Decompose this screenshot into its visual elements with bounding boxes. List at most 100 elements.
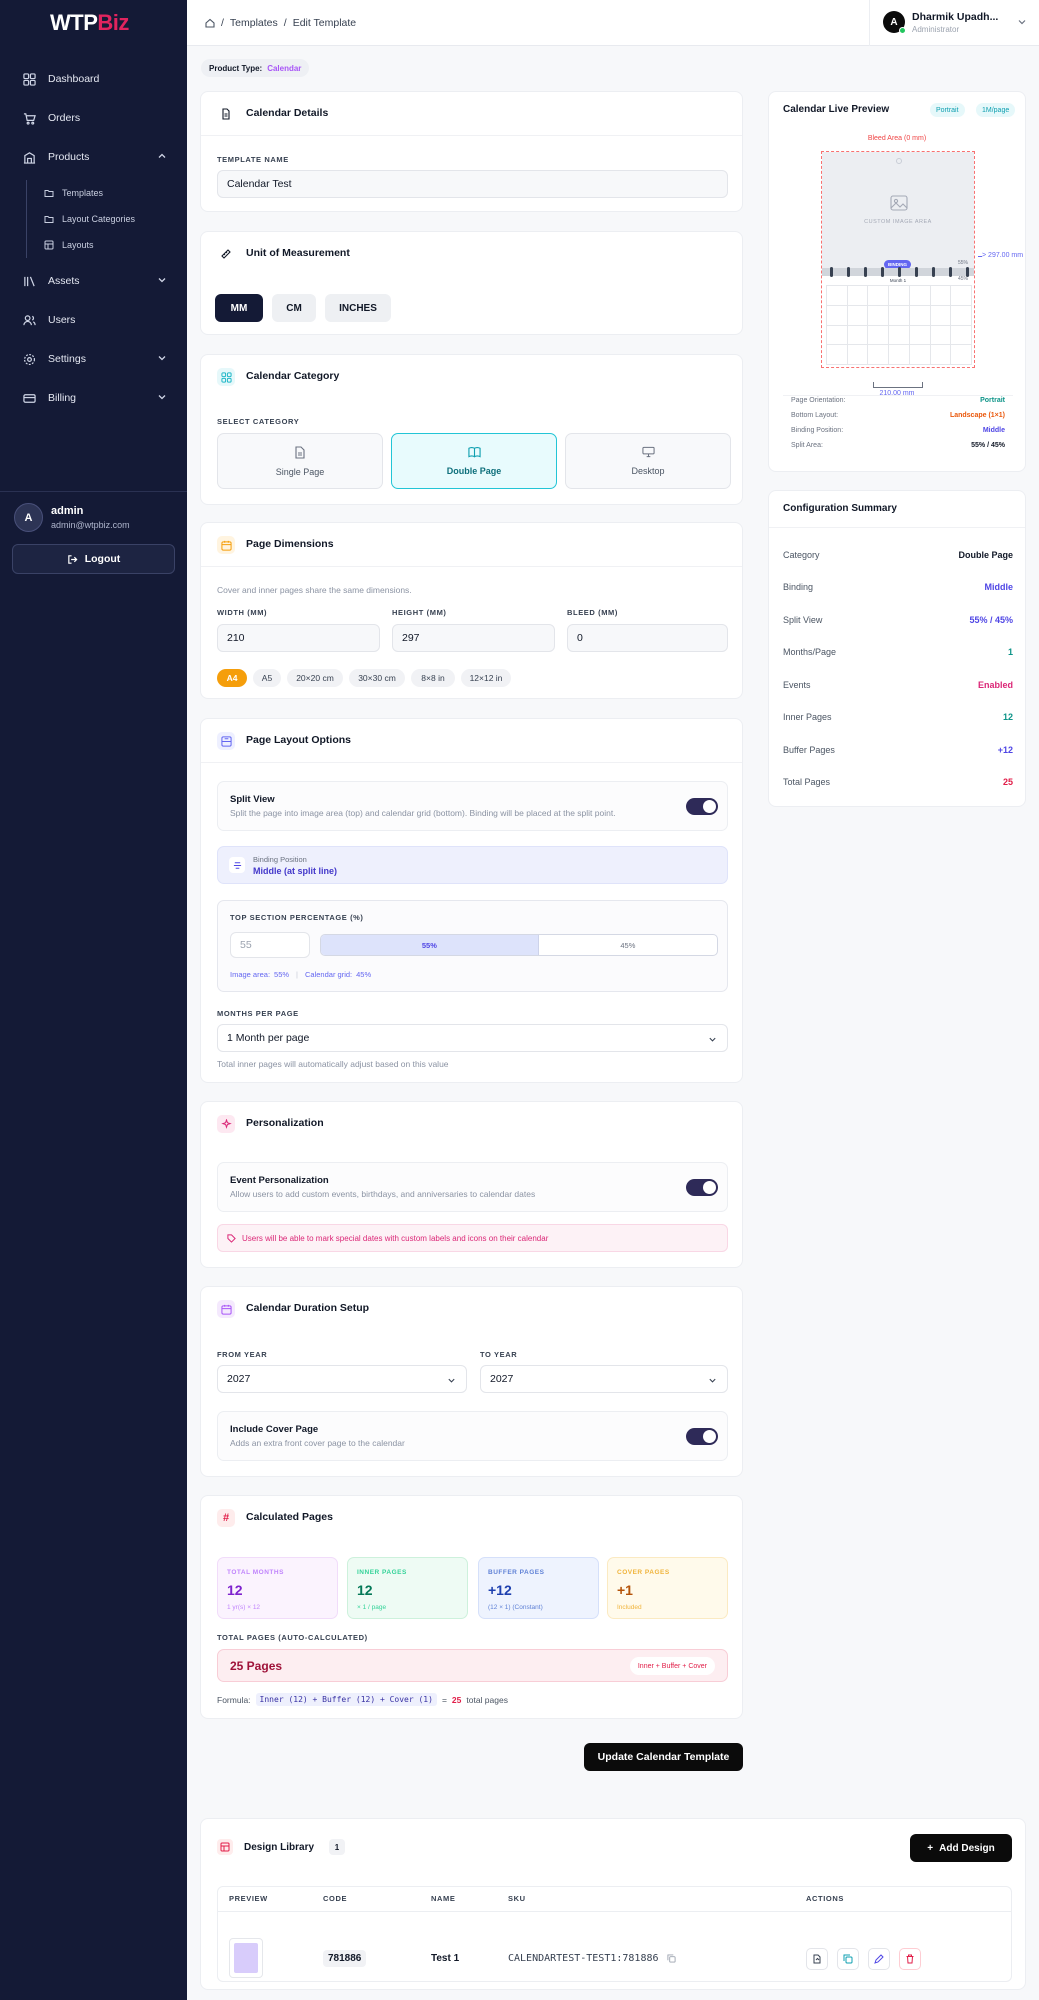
split-summary: Image area: 55% | Calendar grid: 45% (230, 970, 372, 979)
col-name: NAME (431, 1894, 456, 1903)
sidebar-subitem-layouts[interactable]: Layouts (44, 233, 94, 257)
category-single-page[interactable]: Single Page (217, 433, 383, 489)
home-icon[interactable] (205, 18, 215, 28)
live-preview-card: Calendar Live Preview Portrait 1M/page B… (768, 91, 1026, 472)
preview-title: Calendar Live Preview (783, 104, 890, 115)
preset-a4[interactable]: A4 (217, 669, 247, 687)
card-title: Personalization (246, 1117, 324, 1129)
image-area-label: CUSTOM IMAGE AREA (864, 219, 932, 225)
pct-top-label: 55% (958, 260, 969, 266)
category-desktop[interactable]: Desktop (565, 433, 731, 489)
grid-cell (889, 345, 910, 365)
from-year-select[interactable]: 2027 (217, 1365, 467, 1393)
export-icon[interactable] (806, 1948, 828, 1970)
to-year-select[interactable]: 2027 (480, 1365, 728, 1393)
card-header: Page Dimensions (201, 523, 742, 567)
grid-cell (847, 325, 869, 346)
total-pages-badge: Inner + Buffer + Cover (629, 1657, 715, 1675)
months-note: Total inner pages will automatically adj… (217, 1059, 449, 1069)
building-icon (22, 150, 36, 164)
design-preview-thumb[interactable] (229, 1938, 263, 1978)
sidebar-item-label: Assets (48, 275, 80, 287)
preset-8x8[interactable]: 8×8 in (411, 669, 455, 687)
image-area: CUSTOM IMAGE AREA (822, 152, 974, 268)
preset-12x12[interactable]: 12×12 in (461, 669, 511, 687)
include-cover-toggle[interactable] (686, 1428, 718, 1445)
unit-mm-button[interactable]: MM (215, 294, 263, 322)
library-icon (22, 274, 36, 288)
breadcrumb-templates[interactable]: Templates (230, 17, 278, 29)
thumb-image (234, 1943, 258, 1973)
total-pages-value: 25 Pages (230, 1659, 283, 1673)
top-section-label: TOP SECTION PERCENTAGE (%) (230, 913, 364, 922)
duplicate-icon[interactable] (837, 1948, 859, 1970)
grid-cell (930, 286, 952, 306)
sidebar-user-name: admin (51, 505, 84, 517)
add-design-button[interactable]: + Add Design (910, 1834, 1012, 1862)
book-open-icon (467, 446, 481, 460)
divider (769, 527, 1025, 528)
top-section-input[interactable]: 55 (230, 932, 310, 958)
category-double-page[interactable]: Double Page (391, 433, 557, 489)
unit-inches-button[interactable]: INCHES (325, 294, 391, 322)
update-template-button[interactable]: Update Calendar Template (584, 1743, 743, 1771)
chevron-down-icon (708, 1035, 717, 1047)
event-desc: Allow users to add custom events, birthd… (230, 1189, 536, 1199)
card-header: Page Layout Options (201, 719, 742, 763)
grid-cell (868, 325, 890, 346)
split-view-toggle[interactable] (686, 798, 718, 815)
bleed-input[interactable]: 0 (567, 624, 728, 652)
calendar-grid (826, 285, 972, 365)
card-title: Unit of Measurement (246, 247, 350, 259)
user-menu[interactable]: A Dharmik Upadh... Administrator (869, 0, 1039, 46)
height-input[interactable]: 297 (392, 624, 555, 652)
edit-icon[interactable] (868, 1948, 890, 1970)
sidebar-subitem-label: Layouts (62, 240, 94, 250)
sidebar-item-billing[interactable]: Billing (0, 381, 187, 415)
columns-icon (217, 732, 235, 750)
page-layout-card: Page Layout Options Split View Split the… (200, 718, 743, 1083)
logout-button[interactable]: Logout (12, 544, 175, 574)
summary-row-total-pages: Total Pages 25 (783, 777, 1013, 787)
template-name-input[interactable]: Calendar Test (217, 170, 728, 198)
preset-20x20[interactable]: 20×20 cm (287, 669, 343, 687)
sidebar-item-users[interactable]: Users (0, 303, 187, 337)
width-dimension-line (873, 382, 923, 388)
sidebar-item-dashboard[interactable]: Dashboard (0, 62, 187, 96)
spiral-ring (864, 267, 867, 277)
preview-row-binding: Binding Position: Middle (791, 427, 1005, 434)
sidebar-subitem-templates[interactable]: Templates (44, 181, 103, 205)
width-input[interactable]: 210 (217, 624, 380, 652)
binding-position-value: Middle (at split line) (253, 866, 338, 876)
topbar: / Templates / Edit Template A Dharmik Up… (187, 0, 1039, 46)
copy-icon[interactable] (666, 1954, 676, 1963)
grid-cell (868, 305, 890, 326)
sidebar-subitem-layout-categories[interactable]: Layout Categories (44, 207, 135, 231)
grid-cell (827, 325, 848, 346)
card-title: Page Layout Options (246, 734, 352, 746)
sidebar-item-orders[interactable]: Orders (0, 101, 187, 135)
split-bar-top: 55% (321, 935, 539, 955)
layout-icon (44, 240, 54, 250)
preview-row-split: Split Area: 55% / 45% (791, 442, 1005, 449)
breadcrumb: / Templates / Edit Template (205, 17, 356, 29)
months-per-page-select[interactable]: 1 Month per page (217, 1024, 728, 1052)
summary-title: Configuration Summary (783, 503, 897, 514)
bleed-label: BLEED (MM) (567, 608, 618, 617)
sidebar-item-products[interactable]: Products (0, 140, 187, 174)
cart-icon (22, 111, 36, 125)
card-header: Calendar Duration Setup (201, 1287, 742, 1331)
preset-a5[interactable]: A5 (253, 669, 281, 687)
sidebar-item-assets[interactable]: Assets (0, 264, 187, 298)
split-percentage-bar[interactable]: 55% 45% (320, 934, 718, 956)
ruler-icon (217, 245, 235, 263)
unit-cm-button[interactable]: CM (272, 294, 316, 322)
trash-icon[interactable] (899, 1948, 921, 1970)
sidebar-item-settings[interactable]: Settings (0, 342, 187, 376)
event-personalization-toggle[interactable] (686, 1179, 718, 1196)
sidebar-item-label: Settings (48, 353, 86, 365)
preset-30x30[interactable]: 30×30 cm (349, 669, 405, 687)
grid-cell (909, 325, 931, 346)
brand-logo[interactable]: WTPBiz (50, 10, 129, 36)
sidebar-subitem-label: Templates (62, 188, 104, 198)
